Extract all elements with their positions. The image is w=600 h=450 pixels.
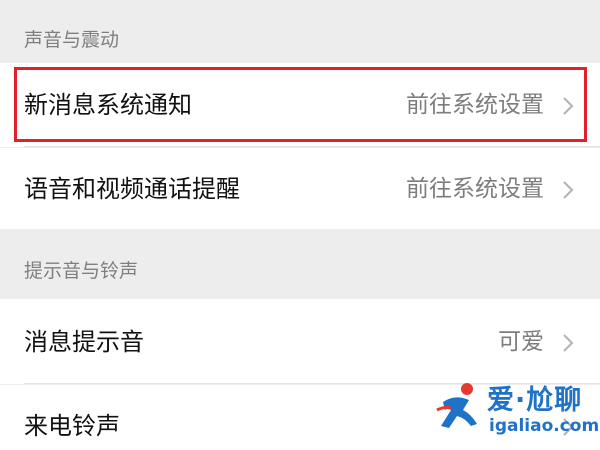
watermark-title: 爱·尬聊 — [487, 385, 583, 416]
section-header-sound-vibration: 声音与震动 — [0, 0, 600, 63]
row-message-tone[interactable]: 消息提示音 可爱 — [0, 299, 600, 384]
row-label: 消息提示音 — [24, 328, 144, 356]
highlight-box — [14, 67, 587, 142]
row-value: 可爱 — [498, 329, 544, 355]
watermark: 爱·尬聊 igaliao.com — [433, 376, 599, 444]
chevron-right-icon — [563, 181, 574, 199]
row-label: 来电铃声 — [24, 412, 120, 440]
chevron-right-icon — [563, 334, 574, 352]
row-call-reminder[interactable]: 语音和视频通话提醒 前往系统设置 — [0, 148, 600, 229]
row-label: 语音和视频通话提醒 — [24, 175, 240, 203]
watermark-url: igaliao.com — [489, 416, 600, 436]
section-header-tones-ringtones: 提示音与铃声 — [0, 229, 600, 299]
running-figure-logo-icon — [436, 383, 477, 428]
divider — [24, 146, 600, 147]
row-value: 前往系统设置 — [406, 176, 544, 202]
